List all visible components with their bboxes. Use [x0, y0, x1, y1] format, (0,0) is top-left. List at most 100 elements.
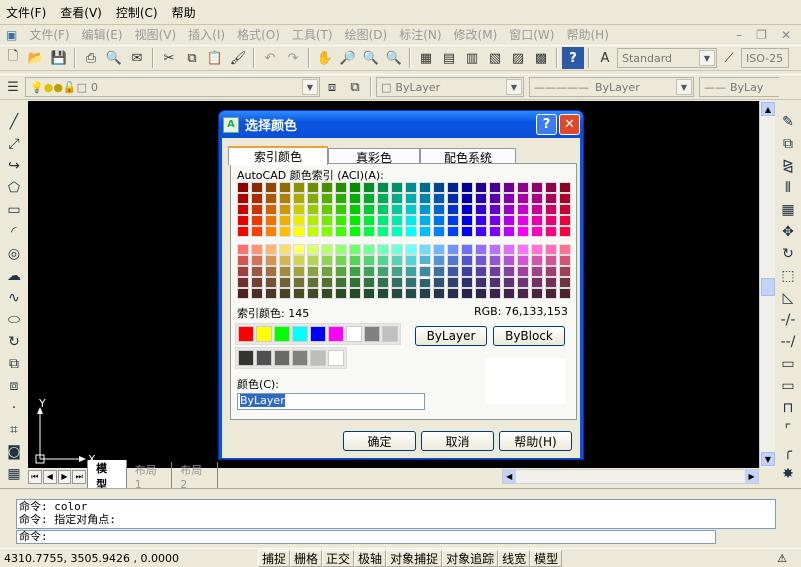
- scroll-right-icon[interactable]: ▶: [745, 470, 759, 483]
- app-menu-draw[interactable]: 绘图(D): [345, 26, 388, 43]
- tray-icon[interactable]: ⚠: [777, 552, 801, 565]
- aci-color-swatch[interactable]: [433, 244, 445, 255]
- zoom-previous-icon[interactable]: 🔍: [383, 47, 405, 69]
- aci-color-swatch[interactable]: [251, 266, 263, 277]
- aci-color-swatch[interactable]: [559, 266, 571, 277]
- make-current-icon[interactable]: ⧈: [321, 76, 343, 98]
- chevron-down-icon[interactable]: ▼: [699, 50, 715, 66]
- color-control-select[interactable]: □ ByLayer ▼: [376, 77, 524, 97]
- aci-color-swatch[interactable]: [545, 277, 557, 288]
- aci-color-swatch[interactable]: [517, 277, 529, 288]
- aci-color-swatch[interactable]: [237, 266, 249, 277]
- revision-cloud-icon[interactable]: ☁: [3, 265, 25, 287]
- aci-color-swatch[interactable]: [545, 193, 557, 204]
- design-center-icon[interactable]: ▤: [438, 47, 460, 69]
- aci-color-swatch[interactable]: [503, 277, 515, 288]
- close-icon[interactable]: ✕: [781, 28, 791, 42]
- aci-color-swatch[interactable]: [391, 215, 403, 226]
- aci-color-swatch[interactable]: [321, 277, 333, 288]
- zoom-window-icon[interactable]: 🔍: [360, 47, 382, 69]
- aci-color-swatch[interactable]: [321, 204, 333, 215]
- aci-color-swatch[interactable]: [307, 182, 319, 193]
- aci-color-swatch[interactable]: [279, 204, 291, 215]
- otrack-toggle[interactable]: 对象追踪: [442, 549, 499, 567]
- aci-color-swatch[interactable]: [545, 255, 557, 266]
- aci-color-swatch[interactable]: [433, 204, 445, 215]
- aci-color-swatch[interactable]: [363, 204, 375, 215]
- undo-icon[interactable]: ↶: [259, 47, 281, 69]
- chamfer-icon[interactable]: ⌜: [777, 419, 799, 441]
- aci-color-swatch[interactable]: [545, 266, 557, 277]
- aci-color-swatch[interactable]: [489, 182, 501, 193]
- aci-color-swatch[interactable]: [293, 255, 305, 266]
- osnap-toggle[interactable]: 对象捕捉: [386, 549, 443, 567]
- copy-object-icon[interactable]: ⧉: [777, 133, 799, 155]
- ellipse-icon[interactable]: ⬭: [3, 309, 25, 331]
- aci-color-swatch[interactable]: [517, 266, 529, 277]
- aci-color-swatch[interactable]: [279, 288, 291, 299]
- aci-color-swatch[interactable]: [377, 244, 389, 255]
- insert-block-icon[interactable]: ⧉: [3, 353, 25, 375]
- point-icon[interactable]: ·: [3, 397, 25, 419]
- aci-color-swatch[interactable]: [405, 255, 417, 266]
- pan-icon[interactable]: ✋: [314, 47, 336, 69]
- aci-color-swatch[interactable]: [391, 288, 403, 299]
- rotate-icon[interactable]: ↻: [777, 243, 799, 265]
- aci-color-swatch[interactable]: [363, 244, 375, 255]
- scroll-thumb[interactable]: [761, 278, 775, 296]
- aci-color-swatch[interactable]: [307, 215, 319, 226]
- ellipse-arc-icon[interactable]: ↻: [3, 331, 25, 353]
- aci-color-swatch[interactable]: [251, 277, 263, 288]
- aci-color-swatch[interactable]: [475, 215, 487, 226]
- chevron-down-icon[interactable]: ▼: [302, 79, 318, 95]
- aci-color-swatch[interactable]: [447, 266, 459, 277]
- aci-color-swatch[interactable]: [349, 226, 361, 237]
- polygon-icon[interactable]: ⬠: [3, 177, 25, 199]
- aci-color-swatch[interactable]: [377, 193, 389, 204]
- aci-color-swatch[interactable]: [405, 182, 417, 193]
- aci-color-swatch[interactable]: [377, 266, 389, 277]
- aci-color-swatch[interactable]: [265, 193, 277, 204]
- aci-color-swatch[interactable]: [531, 226, 543, 237]
- break-icon[interactable]: ▭: [777, 375, 799, 397]
- menu-view[interactable]: 查看(V): [60, 4, 102, 21]
- last-tab-icon[interactable]: ⏭: [72, 469, 87, 484]
- linetype-control-select[interactable]: ————— ByLayer ▼: [529, 77, 694, 97]
- app-menu-insert[interactable]: 插入(I): [188, 26, 225, 43]
- app-menu-help[interactable]: 帮助(H): [566, 26, 608, 43]
- aci-color-swatch[interactable]: [391, 277, 403, 288]
- aci-palette-bottom[interactable]: [237, 244, 571, 299]
- aci-color-swatch[interactable]: [279, 255, 291, 266]
- app-menu-file[interactable]: 文件(F): [29, 26, 69, 43]
- aci-color-swatch[interactable]: [503, 266, 515, 277]
- menu-control[interactable]: 控制(C): [116, 4, 158, 21]
- aci-color-swatch[interactable]: [503, 182, 515, 193]
- aci-color-swatch[interactable]: [433, 288, 445, 299]
- aci-color-swatch[interactable]: [307, 204, 319, 215]
- restore-icon[interactable]: ❐: [756, 28, 767, 42]
- mirror-icon[interactable]: ⧎: [777, 155, 799, 177]
- aci-color-swatch[interactable]: [349, 277, 361, 288]
- aci-color-swatch[interactable]: [265, 277, 277, 288]
- aci-color-swatch[interactable]: [405, 215, 417, 226]
- color-swatch[interactable]: [328, 326, 344, 342]
- trim-icon[interactable]: -/-: [777, 309, 799, 331]
- break-at-point-icon[interactable]: ▭: [777, 353, 799, 375]
- close-icon[interactable]: ✕: [559, 114, 580, 135]
- redo-icon[interactable]: ↷: [282, 47, 304, 69]
- chevron-down-icon[interactable]: ▼: [676, 79, 692, 95]
- aci-color-swatch[interactable]: [559, 226, 571, 237]
- aci-color-swatch[interactable]: [475, 182, 487, 193]
- aci-color-swatch[interactable]: [349, 215, 361, 226]
- aci-color-swatch[interactable]: [461, 244, 473, 255]
- join-icon[interactable]: ⊓: [777, 397, 799, 419]
- aci-color-swatch[interactable]: [377, 182, 389, 193]
- aci-color-swatch[interactable]: [293, 288, 305, 299]
- aci-color-swatch[interactable]: [349, 204, 361, 215]
- circle-icon[interactable]: ◎: [3, 243, 25, 265]
- aci-color-swatch[interactable]: [559, 182, 571, 193]
- aci-color-swatch[interactable]: [531, 193, 543, 204]
- aci-color-swatch[interactable]: [503, 215, 515, 226]
- aci-color-swatch[interactable]: [417, 264, 433, 279]
- aci-color-swatch[interactable]: [517, 182, 529, 193]
